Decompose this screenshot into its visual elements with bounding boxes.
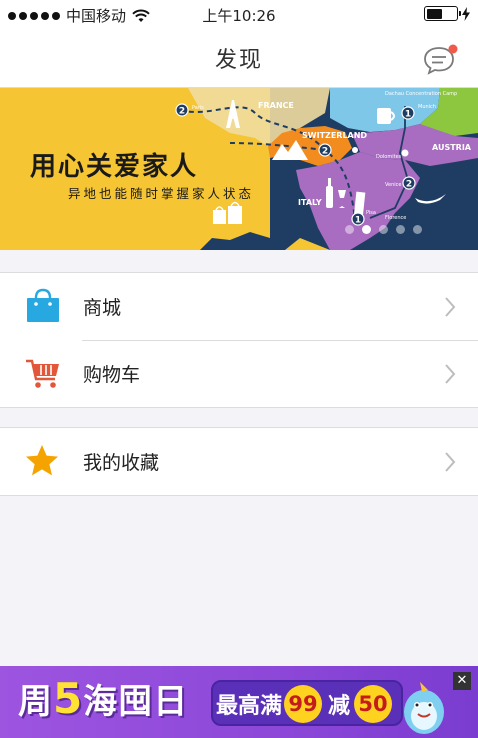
- menu-item-cart[interactable]: 购物车: [0, 340, 478, 407]
- banner-page-indicator[interactable]: [345, 225, 422, 234]
- ad-offer-threshold: 99: [284, 685, 322, 723]
- menu-item-favorites[interactable]: 我的收藏: [0, 428, 478, 495]
- page-dot[interactable]: [396, 225, 405, 234]
- dolphin-mascot-icon: [404, 682, 444, 734]
- page-title: 发现: [214, 48, 263, 73]
- shopping-cart-icon: [26, 359, 59, 388]
- star-icon: [26, 445, 58, 476]
- svg-text:2: 2: [179, 107, 185, 117]
- map-label-florence: Florence: [385, 215, 407, 221]
- banner-title: 用心关爱家人: [30, 152, 199, 182]
- menu-group-shopping: 商城 购物车: [0, 272, 478, 408]
- map-label-dolomites: Dolomites: [376, 154, 402, 160]
- chevron-right-icon: [445, 452, 456, 472]
- menu-item-label: 我的收藏: [83, 452, 160, 474]
- page-dot[interactable]: [345, 225, 354, 234]
- page-dot-active[interactable]: [362, 225, 371, 234]
- ad-offer-discount: 50: [354, 685, 392, 723]
- map-label-italy: ITALY: [298, 198, 322, 207]
- chat-bubble-icon: [424, 44, 458, 75]
- shopping-bag-icon: [27, 288, 59, 322]
- clock: 上午10:26: [202, 7, 276, 25]
- page-dot[interactable]: [413, 225, 422, 234]
- menu-item-mall[interactable]: 商城: [0, 273, 478, 340]
- ad-close-button[interactable]: ✕: [453, 672, 471, 690]
- battery-icon: [424, 6, 461, 21]
- map-label-dachau: Dachau Concentration Camp: [385, 91, 458, 97]
- ad-headline: 周5海囤日: [18, 674, 189, 723]
- ad-offer-text: 最高满: [216, 694, 283, 719]
- map-label-france: FRANCE: [258, 101, 294, 110]
- menu-item-label: 商城: [83, 297, 122, 319]
- ad-banner[interactable]: 周5海囤日 最高满 99 减 50 ✕: [0, 666, 478, 738]
- ad-offer-text-discount: 减: [328, 694, 351, 719]
- nav-bar: 发现: [0, 28, 478, 88]
- chevron-right-icon: [445, 297, 456, 317]
- charging-bolt-icon: [462, 6, 470, 21]
- menu-item-label: 购物车: [83, 364, 141, 386]
- status-bar: 中国移动 上午10:26: [0, 0, 478, 28]
- banner-subtitle: 异地也能随时掌握家人状态: [68, 186, 255, 201]
- svg-text:2: 2: [406, 180, 412, 190]
- svg-text:1: 1: [405, 110, 411, 120]
- map-label-munich: Munich: [418, 104, 436, 110]
- map-label-venice: Venice: [385, 182, 402, 188]
- notification-badge: [448, 44, 458, 54]
- svg-text:1: 1: [355, 216, 361, 226]
- map-label-austria: AUSTRIA: [432, 143, 471, 152]
- promo-banner[interactable]: 2 1 2 2 1 用心关爱家人 异地也能随时掌握家人状态 FRANCE SWI…: [0, 88, 478, 250]
- chevron-right-icon: [445, 364, 456, 384]
- svg-text:2: 2: [322, 147, 328, 157]
- page-dot[interactable]: [379, 225, 388, 234]
- map-label-pisa: Pisa: [366, 210, 376, 216]
- menu-group-favorites: 我的收藏: [0, 427, 478, 496]
- map-label-switzerland: SWITZERLAND: [302, 131, 368, 140]
- messages-button[interactable]: [422, 42, 460, 76]
- map-label-paris: Paris: [192, 105, 204, 111]
